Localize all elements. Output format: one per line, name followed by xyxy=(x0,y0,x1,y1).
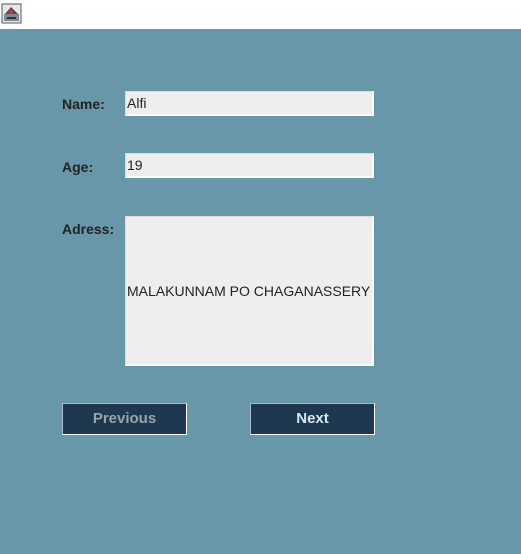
java-app-icon[interactable] xyxy=(1,3,22,24)
address-label: Adress: xyxy=(62,221,115,237)
age-label: Age: xyxy=(62,159,94,175)
form-panel: Name: Age: Adress: MALAKUNNAM PO CHAGANA… xyxy=(0,29,521,554)
name-field[interactable] xyxy=(125,91,374,116)
title-bar xyxy=(0,0,521,29)
next-button[interactable]: Next xyxy=(250,403,375,435)
previous-button[interactable]: Previous xyxy=(62,403,187,435)
name-label: Name: xyxy=(62,96,105,112)
age-field[interactable] xyxy=(125,153,374,178)
address-field[interactable]: MALAKUNNAM PO CHAGANASSERY xyxy=(125,216,374,366)
address-text: MALAKUNNAM PO CHAGANASSERY xyxy=(127,282,371,299)
